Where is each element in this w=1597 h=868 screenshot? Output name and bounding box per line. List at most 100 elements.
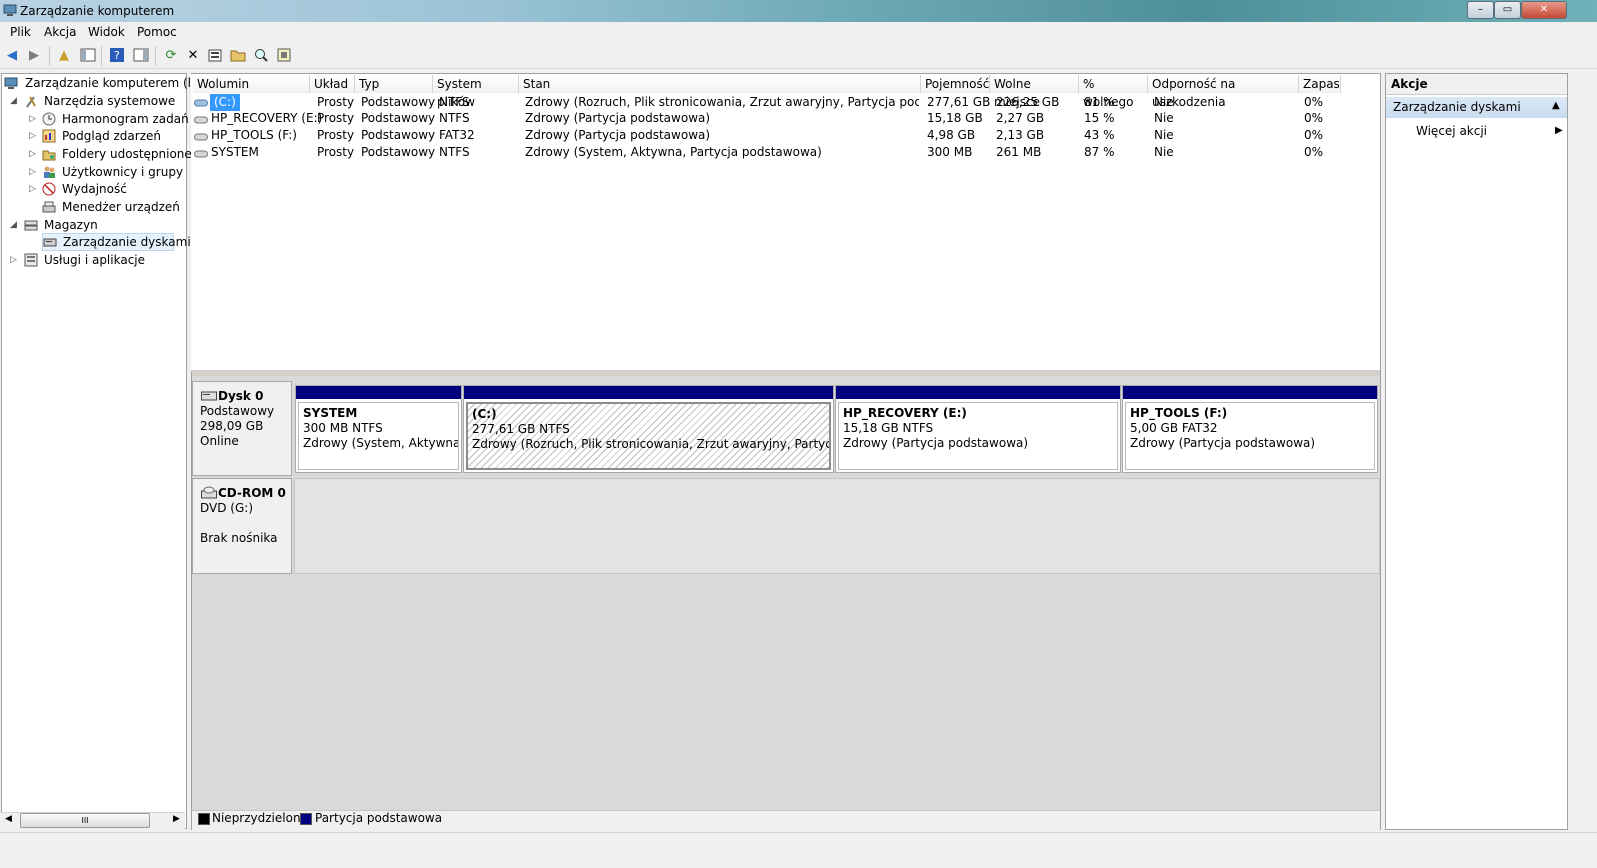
- column-header-odpornosc[interactable]: Odporność na uszkodzenia: [1148, 75, 1299, 109]
- collapse-arrow-icon[interactable]: ◢: [10, 92, 20, 110]
- table-cell: NTFS: [439, 95, 470, 109]
- cdrom0-media-area[interactable]: [294, 478, 1380, 574]
- actions-title: Akcje: [1391, 77, 1428, 91]
- submenu-arrow-icon[interactable]: ▶: [1555, 125, 1563, 136]
- back-icon[interactable]: ◀: [3, 47, 21, 65]
- menu-pomoc[interactable]: Pomoc: [137, 25, 177, 39]
- column-header-zapas[interactable]: Zapas: [1299, 75, 1341, 93]
- partition-hp-recovery[interactable]: HP_RECOVERY (E:) 15,18 GB NTFS Zdrowy (P…: [835, 385, 1121, 473]
- minimize-button[interactable]: –: [1467, 1, 1494, 19]
- column-header-stan[interactable]: Stan: [519, 75, 921, 93]
- partition-name: HP_TOOLS (F:): [1130, 406, 1228, 420]
- refresh-icon[interactable]: ⟳: [162, 47, 180, 65]
- cdrom0-drive: DVD (G:): [200, 501, 253, 515]
- tree-item-label: Menedżer urządzeń: [62, 200, 180, 214]
- show-hide-tree-icon[interactable]: [79, 47, 97, 65]
- menu-akcja[interactable]: Akcja: [44, 25, 76, 39]
- tree-item-label: Foldery udostępnione: [62, 147, 192, 161]
- column-header-wolumin[interactable]: Wolumin: [193, 75, 310, 93]
- scroll-right-icon[interactable]: ▶: [173, 814, 180, 824]
- column-header-procent-wolnego[interactable]: % wolnego: [1079, 75, 1148, 109]
- table-cell: 81 %: [1084, 95, 1115, 109]
- delete-icon[interactable]: ✕: [184, 47, 202, 65]
- expand-arrow-icon[interactable]: ▷: [29, 110, 39, 128]
- more-actions-link[interactable]: Więcej akcji: [1416, 124, 1487, 138]
- column-header-typ[interactable]: Typ: [355, 75, 433, 93]
- tree-item-narzedzia[interactable]: ◢ Narzędzia systemowe: [10, 92, 186, 110]
- up-folder-icon[interactable]: ▲: [55, 47, 73, 65]
- table-cell: 43 %: [1084, 128, 1115, 142]
- tree-item-label: Zarządzanie dyskami: [63, 235, 191, 249]
- menu-plik[interactable]: Plik: [10, 25, 31, 39]
- performance-icon: [42, 182, 56, 196]
- partition-status: Zdrowy (Partycja podstawowa): [1130, 436, 1316, 450]
- table-cell: Podstawowy: [361, 95, 436, 109]
- open-folder-icon[interactable]: [229, 47, 247, 65]
- legend-primary: Partycja podstawowa: [315, 811, 443, 825]
- expand-arrow-icon[interactable]: ▷: [29, 180, 39, 198]
- table-cell: SYSTEM: [211, 145, 259, 159]
- menu-bar: [0, 22, 1597, 42]
- table-cell: 2,13 GB: [996, 128, 1045, 142]
- table-cell: 261 MB: [996, 145, 1042, 159]
- collapse-up-icon[interactable]: ▲: [1552, 100, 1560, 111]
- column-header-pojemnosc[interactable]: Pojemność: [921, 75, 990, 93]
- tools-icon: [24, 94, 38, 108]
- partition-bar: [464, 386, 833, 399]
- tree-item-uzytkownicy[interactable]: ▷ Użytkownicy i grupy lok: [29, 163, 186, 181]
- partition-size: 5,00 GB FAT32: [1130, 421, 1218, 435]
- partition-hp-tools[interactable]: HP_TOOLS (F:) 5,00 GB FAT32 Zdrowy (Part…: [1122, 385, 1378, 473]
- legend-swatch-primary: [300, 813, 312, 825]
- expand-arrow-icon[interactable]: ▷: [29, 127, 39, 145]
- table-cell: (C:): [210, 94, 240, 111]
- tree-root-label: Zarządzanie komputerem (loka: [25, 76, 213, 90]
- expand-arrow-icon[interactable]: ▷: [10, 251, 20, 269]
- column-header-wolne-miejsce[interactable]: Wolne miejsce: [990, 75, 1079, 109]
- table-cell: Zdrowy (System, Aktywna, Partycja podsta…: [525, 145, 822, 159]
- disk-icon: [201, 390, 217, 404]
- title-bar: [0, 0, 1597, 22]
- tree-item-label: Użytkownicy i grupy lok: [62, 165, 186, 179]
- close-button[interactable]: ✕: [1521, 1, 1567, 19]
- table-cell: Podstawowy: [361, 111, 436, 125]
- scroll-left-icon[interactable]: ◀: [5, 814, 12, 824]
- table-cell: 87 %: [1084, 145, 1115, 159]
- legend-swatch-unallocated: [198, 813, 210, 825]
- partition-body: SYSTEM 300 MB NTFS Zdrowy (System, Aktyw…: [298, 402, 459, 470]
- partition-name: (C:): [472, 407, 497, 421]
- table-cell: 0%: [1304, 128, 1324, 142]
- expand-arrow-icon[interactable]: ▷: [29, 163, 39, 181]
- show-hide-action-pane-icon[interactable]: [132, 47, 150, 65]
- tree-item-zarzadzanie-dyskami[interactable]: Zarządzanie dyskami: [42, 233, 191, 251]
- table-cell: 0%: [1304, 111, 1324, 125]
- collapse-arrow-icon[interactable]: ◢: [10, 216, 20, 234]
- tree-item-label: Podgląd zdarzeń: [62, 129, 161, 143]
- properties-icon[interactable]: [206, 47, 224, 65]
- partition-body-selected: (C:) 277,61 GB NTFS Zdrowy (Rozruch, Pli…: [466, 402, 831, 470]
- partition-size: 15,18 GB NTFS: [843, 421, 934, 435]
- table-cell: Nie: [1154, 111, 1174, 125]
- column-header-system-plikow[interactable]: System plików: [433, 75, 519, 109]
- settings-icon[interactable]: [275, 47, 293, 65]
- users-icon: [42, 165, 56, 179]
- partition-status: Zdrowy (System, Aktywna, Pa: [303, 436, 459, 450]
- table-cell: 4,98 GB: [927, 128, 976, 142]
- partition-status: Zdrowy (Rozruch, Plik stronicowania, Zrz…: [472, 437, 831, 451]
- svg-text:?: ?: [114, 49, 120, 62]
- partition-c[interactable]: (C:) 277,61 GB NTFS Zdrowy (Rozruch, Pli…: [463, 385, 834, 473]
- forward-icon[interactable]: ▶: [25, 47, 43, 65]
- search-icon[interactable]: [252, 47, 270, 65]
- table-cell: FAT32: [439, 128, 475, 142]
- toolbar-separator: [101, 46, 102, 66]
- tree-item-label: Usługi i aplikacje: [44, 253, 146, 267]
- partition-system[interactable]: SYSTEM 300 MB NTFS Zdrowy (System, Aktyw…: [295, 385, 462, 473]
- tree-item-label: Harmonogram zadań: [62, 112, 189, 126]
- maximize-button[interactable]: ▭: [1494, 1, 1521, 19]
- table-cell: 15,18 GB: [927, 111, 983, 125]
- help-icon[interactable]: ?: [108, 47, 126, 65]
- table-cell: Prosty: [317, 145, 355, 159]
- column-header-uklad[interactable]: Układ: [310, 75, 355, 93]
- expand-arrow-icon[interactable]: ▷: [29, 145, 39, 163]
- tree-scroll-thumb[interactable]: III: [20, 813, 150, 828]
- menu-widok[interactable]: Widok: [88, 25, 125, 39]
